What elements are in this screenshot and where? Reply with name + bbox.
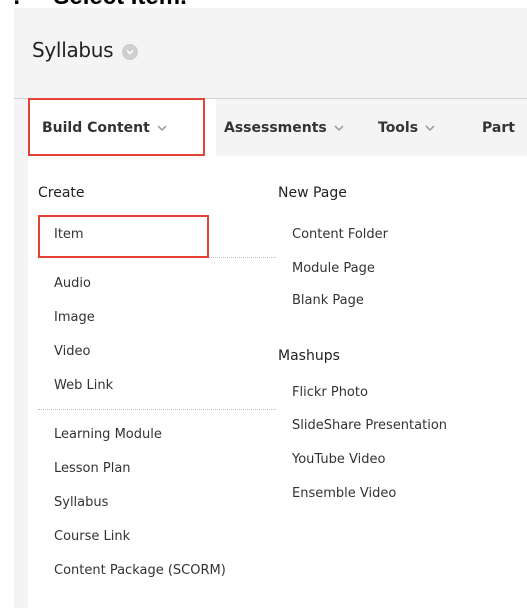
page-title: Syllabus xyxy=(32,38,114,62)
chevron-down-icon xyxy=(425,125,435,132)
new-page-group-title: New Page xyxy=(278,185,347,201)
tools-label: Tools xyxy=(378,120,419,136)
menu-item-module-page[interactable]: Module Page xyxy=(292,261,375,276)
mashups-group-title: Mashups xyxy=(278,348,340,364)
menu-item-lesson-plan[interactable]: Lesson Plan xyxy=(54,461,131,476)
menu-item-image[interactable]: Image xyxy=(54,310,95,325)
menu-item-ensemble-video[interactable]: Ensemble Video xyxy=(292,486,396,501)
menu-item-web-link[interactable]: Web Link xyxy=(54,378,113,393)
menu-item-course-link[interactable]: Course Link xyxy=(54,529,130,544)
partners-label: Part xyxy=(482,120,515,136)
assessments-label: Assessments xyxy=(224,120,327,136)
page-title-row: Syllabus xyxy=(32,35,139,65)
menu-item-syllabus[interactable]: Syllabus xyxy=(54,495,108,510)
menu-item-audio[interactable]: Audio xyxy=(54,276,91,291)
menu-item-video[interactable]: Video xyxy=(54,344,90,359)
create-group-title: Create xyxy=(38,185,85,201)
menu-item-flickr-photo[interactable]: Flickr Photo xyxy=(292,385,368,400)
menu-item-content-folder[interactable]: Content Folder xyxy=(292,227,388,242)
left-margin xyxy=(0,0,14,608)
assessments-menu[interactable]: Assessments xyxy=(224,99,344,157)
menu-item-content-package[interactable]: Content Package (SCORM) xyxy=(54,563,226,578)
chevron-circle-icon[interactable] xyxy=(122,44,139,60)
tools-menu[interactable]: Tools xyxy=(378,99,435,157)
menu-item-youtube-video[interactable]: YouTube Video xyxy=(292,452,385,467)
build-content-highlight xyxy=(28,98,205,156)
menu-item-blank-page[interactable]: Blank Page xyxy=(292,293,364,308)
item-highlight xyxy=(38,215,209,258)
menu-item-learning-module[interactable]: Learning Module xyxy=(54,427,162,442)
separator xyxy=(38,409,276,410)
partners-menu[interactable]: Part xyxy=(482,99,515,157)
menu-item-slideshare[interactable]: SlideShare Presentation xyxy=(292,418,447,433)
chevron-down-icon xyxy=(334,125,344,132)
